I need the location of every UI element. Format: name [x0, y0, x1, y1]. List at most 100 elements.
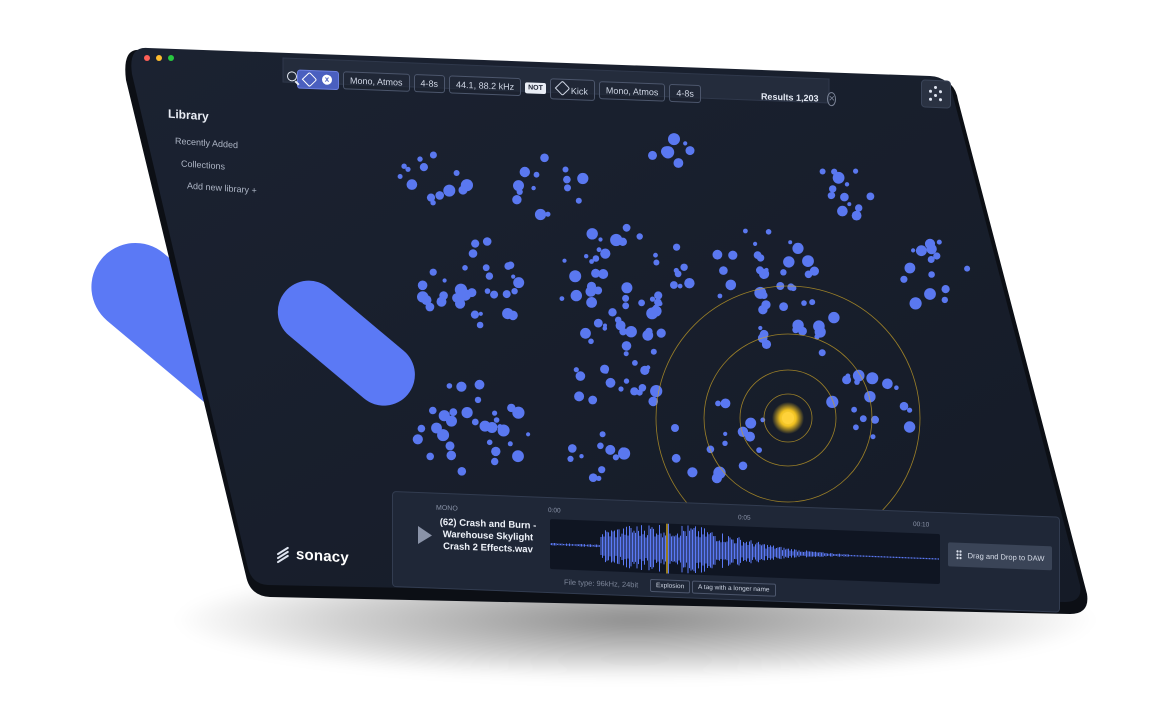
sample-dot[interactable]: [855, 204, 863, 212]
sample-dot[interactable]: [687, 467, 698, 478]
filter-chip-samplerate[interactable]: 44.1, 88.2 kHz: [449, 75, 522, 97]
sample-dot[interactable]: [866, 192, 875, 201]
sample-dot[interactable]: [907, 407, 913, 413]
sample-dot[interactable]: [900, 275, 908, 283]
sample-dot[interactable]: [622, 302, 630, 310]
sample-dot[interactable]: [482, 264, 490, 272]
sample-dot[interactable]: [573, 367, 579, 373]
sample-dot[interactable]: [563, 175, 571, 184]
sample-dot[interactable]: [809, 299, 816, 306]
play-icon[interactable]: [418, 525, 432, 545]
exclude-chip-kick[interactable]: Kick: [549, 77, 595, 101]
sample-dot[interactable]: [783, 256, 795, 268]
sample-dot[interactable]: [417, 156, 423, 162]
sample-dot[interactable]: [903, 421, 916, 433]
sample-dot[interactable]: [612, 454, 620, 461]
sample-dot[interactable]: [430, 200, 436, 206]
sample-dot[interactable]: [512, 195, 522, 205]
sample-dot[interactable]: [792, 242, 804, 254]
sample-dot[interactable]: [575, 371, 586, 381]
sample-dot[interactable]: [677, 283, 683, 289]
sample-dot[interactable]: [623, 351, 629, 357]
sample-dot[interactable]: [468, 249, 478, 258]
sample-dot[interactable]: [584, 254, 589, 259]
sample-dot[interactable]: [909, 297, 922, 310]
sample-dot[interactable]: [446, 383, 453, 389]
sample-dot[interactable]: [826, 395, 839, 408]
sample-dot[interactable]: [478, 311, 483, 316]
sample-dot[interactable]: [928, 271, 935, 278]
sample-dot[interactable]: [911, 248, 916, 253]
sample-dot[interactable]: [630, 387, 639, 396]
sample-dot[interactable]: [720, 398, 731, 409]
sample-dot[interactable]: [417, 424, 426, 433]
sample-dot[interactable]: [653, 259, 660, 266]
sample-dot[interactable]: [485, 272, 494, 280]
sample-dot[interactable]: [531, 185, 536, 191]
sample-dot[interactable]: [533, 171, 540, 178]
sample-dot[interactable]: [470, 310, 479, 319]
sample-dot[interactable]: [866, 372, 879, 385]
sample-dot[interactable]: [761, 300, 771, 310]
sample-dot[interactable]: [588, 395, 598, 405]
sample-dot[interactable]: [586, 228, 598, 240]
sample-dot[interactable]: [493, 417, 500, 423]
sample-dot[interactable]: [851, 406, 857, 413]
sample-dot[interactable]: [753, 241, 758, 246]
sample-dot[interactable]: [654, 291, 663, 300]
sample-dot[interactable]: [764, 267, 769, 273]
sample-dot[interactable]: [827, 192, 835, 200]
sample-dot[interactable]: [497, 424, 503, 430]
sample-dot[interactable]: [756, 447, 762, 453]
sample-dot[interactable]: [941, 285, 950, 294]
sample-dot[interactable]: [723, 431, 728, 436]
sample-dot[interactable]: [792, 319, 804, 331]
sample-dot[interactable]: [516, 188, 523, 195]
sample-dot[interactable]: [649, 296, 656, 302]
filter-chip-duration[interactable]: 4-8s: [413, 74, 446, 94]
sample-dot[interactable]: [915, 248, 921, 253]
sample-dot[interactable]: [779, 302, 788, 311]
sample-dot[interactable]: [512, 406, 525, 419]
sample-dot[interactable]: [673, 158, 684, 168]
sample-dot[interactable]: [567, 455, 574, 462]
sample-dot[interactable]: [462, 265, 468, 271]
sample-dot[interactable]: [579, 454, 584, 459]
sample-dot[interactable]: [437, 429, 450, 442]
sample-dot[interactable]: [671, 424, 679, 432]
sample-dot[interactable]: [605, 377, 616, 388]
sample-dot[interactable]: [899, 401, 909, 411]
not-operator[interactable]: NOT: [525, 81, 546, 94]
sample-dot[interactable]: [680, 263, 688, 271]
sample-dot[interactable]: [417, 280, 428, 291]
sample-dot[interactable]: [479, 420, 491, 432]
exclude-chip-channels[interactable]: Mono, Atmos: [598, 81, 666, 102]
sample-dot[interactable]: [502, 290, 511, 299]
sample-dot[interactable]: [728, 250, 738, 260]
sample-dot[interactable]: [591, 268, 601, 278]
sample-dot[interactable]: [840, 192, 849, 202]
sample-dot[interactable]: [507, 441, 513, 447]
sample-dot[interactable]: [596, 475, 602, 481]
sample-dot[interactable]: [738, 461, 748, 471]
sample-dot[interactable]: [882, 378, 893, 390]
sample-dot[interactable]: [429, 406, 437, 415]
sample-dot[interactable]: [397, 174, 403, 179]
sample-dot[interactable]: [640, 365, 650, 375]
sample-dot[interactable]: [605, 444, 616, 455]
sample-dot[interactable]: [802, 255, 814, 267]
sample-dot[interactable]: [534, 208, 547, 221]
sample-dot[interactable]: [476, 321, 484, 329]
sample-dot[interactable]: [436, 296, 447, 307]
sample-dot[interactable]: [598, 237, 603, 242]
sample-dot[interactable]: [780, 269, 787, 276]
sample-dot[interactable]: [638, 299, 645, 307]
sample-dot[interactable]: [574, 391, 585, 402]
sample-dot[interactable]: [743, 228, 748, 234]
sample-dot[interactable]: [673, 267, 679, 274]
close-window-icon[interactable]: [144, 55, 150, 61]
sample-dot[interactable]: [425, 302, 435, 312]
sample-dot[interactable]: [725, 279, 737, 291]
sample-dot[interactable]: [564, 184, 571, 192]
sample-dot[interactable]: [618, 237, 627, 246]
